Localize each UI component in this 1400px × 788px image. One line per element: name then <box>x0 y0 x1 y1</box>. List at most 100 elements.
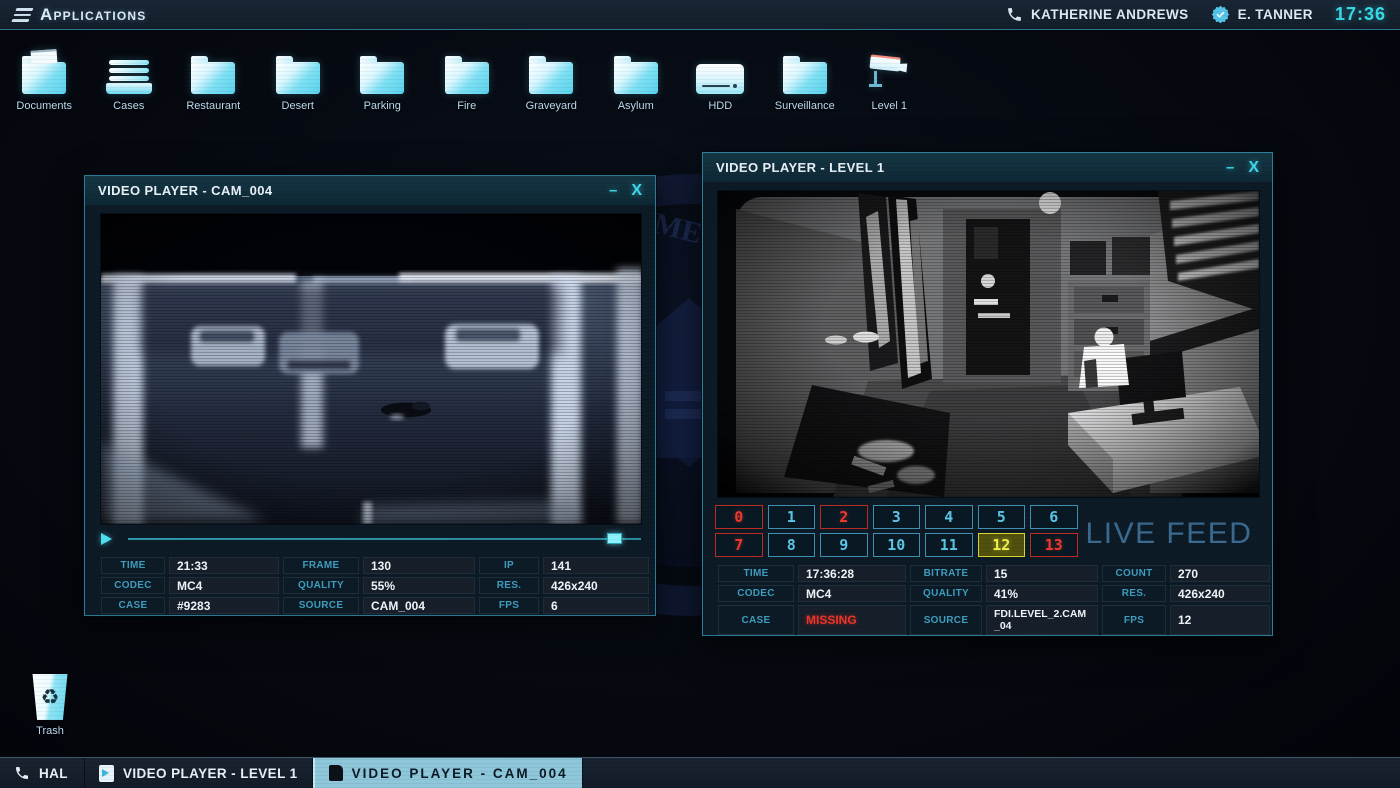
camera-select-button[interactable]: 5 <box>978 505 1026 529</box>
taskbar-item-hal[interactable]: HAL <box>0 758 85 788</box>
camera-select-button[interactable]: 13 <box>1030 533 1078 557</box>
video-file-icon <box>99 765 114 782</box>
stat-label: QUALITY <box>910 585 982 602</box>
play-button[interactable] <box>101 533 118 545</box>
folder-icon <box>360 52 404 94</box>
camera-select-grid: 0 1 2 3 4 5 6 7 8 9 10 11 12 13 <box>715 505 1078 557</box>
desktop-icon-label: HDD <box>708 100 732 112</box>
camera-select-button[interactable]: 2 <box>820 505 868 529</box>
stat-value: 12 <box>1170 605 1270 635</box>
close-button[interactable]: X <box>1248 159 1259 177</box>
stat-value: 55% <box>363 577 475 594</box>
dark-file-icon <box>329 765 343 781</box>
desktop-icon-label: Desert <box>282 100 314 112</box>
camera-select-button[interactable]: 6 <box>1030 505 1078 529</box>
stat-label: CODEC <box>718 585 794 602</box>
taskbar-item-video-player-level1[interactable]: VIDEO PLAYER - LEVEL 1 <box>85 758 313 788</box>
stat-value: 270 <box>1170 565 1270 582</box>
desktop-icon-label: Fire <box>457 100 476 112</box>
stat-value: FDI.LEVEL_2.CAM_04 <box>986 605 1098 635</box>
camera-select-button[interactable]: 8 <box>768 533 816 557</box>
taskbar-item-video-player-cam004[interactable]: VIDEO PLAYER - CAM_004 <box>313 758 583 788</box>
folder-icon <box>276 52 320 94</box>
stat-value: 141 <box>543 557 649 574</box>
desktop-icon-surveillance[interactable]: Surveillance <box>763 46 848 112</box>
desktop-icon-restaurant[interactable]: Restaurant <box>171 46 256 112</box>
active-call-indicator[interactable]: KATHERINE ANDREWS <box>1006 6 1189 23</box>
desktop-icon-documents[interactable]: Documents <box>2 46 87 112</box>
desktop-icon-parking[interactable]: Parking <box>340 46 425 112</box>
stat-label: QUALITY <box>283 577 359 594</box>
trash[interactable]: ♻ Trash <box>20 674 80 737</box>
live-feed-label: LIVE FEED <box>1073 508 1265 560</box>
stat-label: RES. <box>479 577 539 594</box>
taskbar-item-label: HAL <box>39 766 68 781</box>
camera-select-button[interactable]: 11 <box>925 533 973 557</box>
desktop-icon-desert[interactable]: Desert <box>256 46 341 112</box>
seek-bar[interactable] <box>128 538 641 540</box>
phone-icon <box>1006 6 1023 23</box>
trash-recycle-icon: ♻ <box>31 674 69 720</box>
trash-label: Trash <box>36 725 64 737</box>
stat-label: IP <box>479 557 539 574</box>
folder-icon <box>783 52 827 94</box>
desktop-icon-hdd[interactable]: HDD <box>678 46 763 112</box>
stat-label: SOURCE <box>283 597 359 614</box>
stat-value: 6 <box>543 597 649 614</box>
phone-icon <box>14 765 30 781</box>
folder-icon <box>529 52 573 94</box>
stat-value: 15 <box>986 565 1098 582</box>
video-frame-office-live[interactable] <box>718 191 1259 497</box>
camera-select-button[interactable]: 12 <box>978 533 1026 557</box>
camera-select-button[interactable]: 7 <box>715 533 763 557</box>
desktop-icon-label: Documents <box>16 100 72 112</box>
desktop-icon-asylum[interactable]: Asylum <box>594 46 679 112</box>
agent-name: E. TANNER <box>1238 7 1313 22</box>
window-title-bar[interactable]: VIDEO PLAYER - CAM_004 – X <box>85 176 655 206</box>
close-button[interactable]: X <box>631 182 642 200</box>
playback-controls <box>101 531 641 547</box>
desktop-icon-cases[interactable]: Cases <box>87 46 172 112</box>
video-frame-parking-garage[interactable] <box>101 214 641 524</box>
desktop-icon-label: Cases <box>113 100 144 112</box>
camera-select-button[interactable]: 9 <box>820 533 868 557</box>
open-folder-documents-icon <box>22 52 66 94</box>
desktop-icon-label: Asylum <box>618 100 654 112</box>
desktop-icon-label: Graveyard <box>526 100 577 112</box>
window-title-bar[interactable]: VIDEO PLAYER - LEVEL 1 – X <box>703 153 1272 183</box>
taskbar: HAL VIDEO PLAYER - LEVEL 1 VIDEO PLAYER … <box>0 757 1400 788</box>
minimize-button[interactable]: – <box>609 186 617 196</box>
stat-value: MISSING <box>798 605 906 635</box>
desktop-icon-fire[interactable]: Fire <box>425 46 510 112</box>
stat-label: BITRATE <box>910 565 982 582</box>
clock: 17:36 <box>1335 4 1386 25</box>
stat-value: CAM_004 <box>363 597 475 614</box>
stat-value: 426x240 <box>1170 585 1270 602</box>
taskbar-item-label: VIDEO PLAYER - LEVEL 1 <box>123 766 298 781</box>
camera-select-button[interactable]: 1 <box>768 505 816 529</box>
camera-select-button[interactable]: 0 <box>715 505 763 529</box>
applications-menu-button[interactable]: Applications <box>14 5 146 25</box>
desktop-icon-level1[interactable]: Level 1 <box>847 46 932 112</box>
camera-select-button[interactable]: 4 <box>925 505 973 529</box>
desktop-icon-label: Restaurant <box>186 100 240 112</box>
folder-icon <box>191 52 235 94</box>
camera-select-button[interactable]: 3 <box>873 505 921 529</box>
desktop-icon-label: Surveillance <box>775 100 835 112</box>
hard-drive-icon <box>696 52 744 94</box>
camera-select-button[interactable]: 10 <box>873 533 921 557</box>
stat-label: COUNT <box>1102 565 1166 582</box>
minimize-button[interactable]: – <box>1226 163 1234 173</box>
desktop-icon-row: Documents Cases Restaurant Desert Parkin… <box>2 46 932 112</box>
playhead[interactable] <box>607 533 622 544</box>
stat-label: CODEC <box>101 577 165 594</box>
desktop-screen: Applications KATHERINE ANDREWS E. TANNER… <box>0 0 1400 788</box>
caller-name: KATHERINE ANDREWS <box>1031 7 1189 22</box>
stat-label: FPS <box>479 597 539 614</box>
top-bar-status: KATHERINE ANDREWS E. TANNER 17:36 <box>1006 4 1386 25</box>
stat-value: 426x240 <box>543 577 649 594</box>
stat-label: SOURCE <box>910 605 982 635</box>
desktop-icon-graveyard[interactable]: Graveyard <box>509 46 594 112</box>
stat-value: 130 <box>363 557 475 574</box>
agent-indicator[interactable]: E. TANNER <box>1211 5 1313 24</box>
